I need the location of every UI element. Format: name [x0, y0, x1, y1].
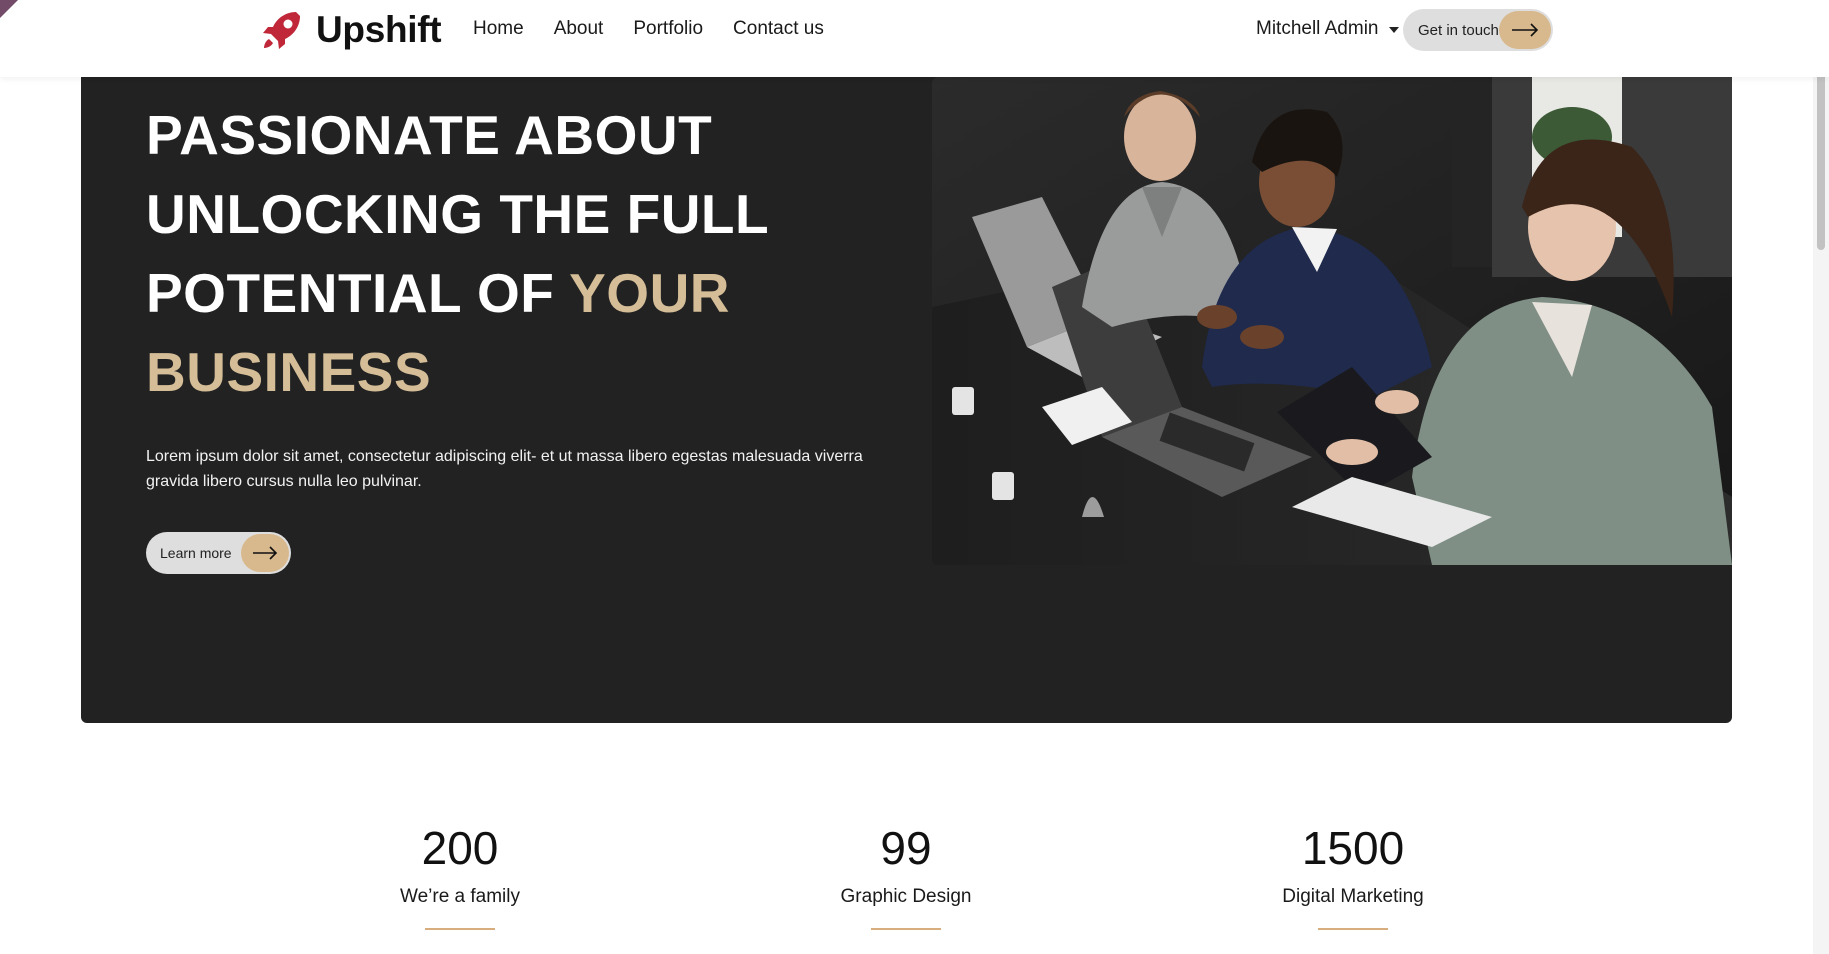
stat-divider [425, 928, 495, 930]
stat-label: Digital Marketing [1282, 886, 1424, 907]
hero-title-line: UNLOCKING THE FULL [146, 183, 770, 245]
stat-item: 200 We’re a family [310, 820, 610, 930]
edit-corner-badge[interactable] [0, 0, 18, 18]
stat-label: Graphic Design [840, 886, 972, 907]
hero-title-accent: YOUR [569, 262, 731, 324]
learn-more-button[interactable]: Learn more [146, 532, 291, 574]
hero-title-accent: BUSINESS [146, 341, 432, 403]
nav-link-portfolio[interactable]: Portfolio [633, 18, 703, 40]
nav-link-home[interactable]: Home [473, 18, 524, 40]
get-in-touch-button[interactable]: Get in touch [1403, 9, 1553, 51]
caret-down-icon [1388, 26, 1399, 33]
stat-value: 200 [421, 822, 499, 874]
stat-divider [1318, 928, 1388, 930]
site-header: Upshift Home About Portfolio Contact us … [0, 0, 1829, 77]
brand-name: Upshift [316, 9, 442, 50]
nav-link-about[interactable]: About [554, 18, 604, 40]
get-in-touch-label: Get in touch [1418, 21, 1499, 39]
stat-item: 99 Graphic Design [756, 820, 1056, 930]
user-menu[interactable]: Mitchell Admin [1256, 18, 1399, 40]
brand[interactable]: Upshift [260, 8, 442, 52]
user-name: Mitchell Admin [1256, 18, 1379, 39]
hero-title-line: POTENTIAL OF YOUR [146, 254, 866, 333]
hero-description: Lorem ipsum dolor sit amet, consectetur … [146, 448, 863, 490]
learn-more-label: Learn more [160, 545, 232, 561]
stat-item: 1500 Digital Marketing [1203, 820, 1503, 930]
hero-section: PASSIONATE ABOUT UNLOCKING THE FULL POTE… [81, 60, 1732, 723]
stat-value: 99 [880, 822, 932, 874]
stat-value: 1500 [1301, 822, 1405, 874]
page-scrollbar[interactable] [1813, 0, 1829, 954]
hero-title: PASSIONATE ABOUT UNLOCKING THE FULL POTE… [146, 96, 866, 412]
arrow-right-icon [241, 534, 289, 572]
nav-link-contact[interactable]: Contact us [733, 18, 824, 40]
office-meeting-photo [932, 77, 1732, 565]
hero-title-white: POTENTIAL OF [146, 262, 555, 324]
rocket-logo-icon [263, 12, 300, 49]
stat-label: We’re a family [399, 886, 520, 907]
arrow-right-icon [1499, 11, 1551, 49]
hero-title-line: PASSIONATE ABOUT [146, 104, 713, 166]
hero-image [932, 77, 1732, 565]
stat-divider [871, 928, 941, 930]
main-nav: Home About Portfolio Contact us [473, 18, 854, 40]
